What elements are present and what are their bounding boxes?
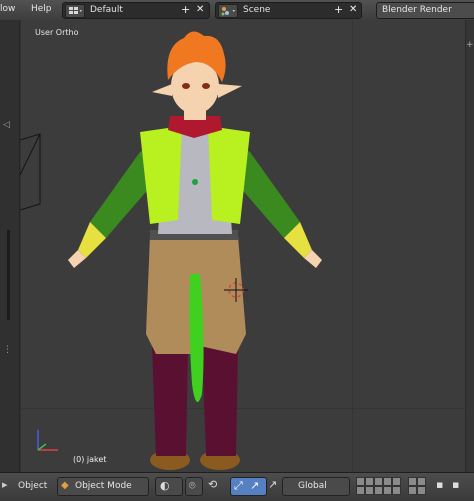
character-model[interactable] xyxy=(60,24,360,472)
screen-layout-selector[interactable]: Default + ✕ xyxy=(62,2,210,19)
right-eye xyxy=(202,83,210,89)
shelf-tab-icon[interactable]: ◁ xyxy=(3,120,10,130)
axis-gizmo-icon xyxy=(37,430,58,451)
tail xyxy=(189,274,204,402)
add-screen-icon[interactable]: + xyxy=(181,3,190,17)
close-screen-icon[interactable]: ✕ xyxy=(196,3,204,17)
menu-window[interactable]: low xyxy=(0,4,15,14)
3d-view-header: ▸ Object ◆ Object Mode ◐ ⌾ ⟲ ⤢ ↗ ↗ Globa… xyxy=(0,472,474,501)
snap-icon[interactable]: ▪ xyxy=(452,478,459,492)
scene-name[interactable]: Scene xyxy=(243,5,270,15)
add-scene-icon[interactable]: + xyxy=(334,3,343,17)
layer-2[interactable] xyxy=(365,477,374,486)
left-ear xyxy=(152,84,172,96)
menu-object[interactable]: Object xyxy=(18,481,47,491)
layer-14[interactable] xyxy=(383,486,392,495)
right-leg xyxy=(202,346,238,456)
layer-3[interactable] xyxy=(374,477,383,486)
viewport-shading-selector[interactable]: ◐ xyxy=(155,477,183,496)
layer-5[interactable] xyxy=(392,477,401,486)
tool-shelf[interactable]: ◁ ⋮ xyxy=(0,20,20,472)
layer-17[interactable] xyxy=(417,486,426,495)
editor-type-icon[interactable]: ▸ xyxy=(2,478,8,492)
orientation-label[interactable]: Global xyxy=(298,481,327,491)
left-leg xyxy=(152,346,188,456)
translate-icon[interactable]: ⤢ xyxy=(234,479,243,493)
right-ear xyxy=(218,84,242,98)
camera-wireframe[interactable] xyxy=(20,120,44,230)
lock-icon[interactable]: ▪ xyxy=(436,478,443,492)
close-scene-icon[interactable]: ✕ xyxy=(349,3,357,17)
layer-16[interactable] xyxy=(408,486,417,495)
vest-right xyxy=(208,126,250,224)
render-engine-label[interactable]: Blender Render xyxy=(382,5,452,15)
layer-12[interactable] xyxy=(365,486,374,495)
pivot-selector[interactable]: ⌾ xyxy=(185,477,203,496)
shading-sphere-icon: ◐ xyxy=(160,479,170,492)
properties-toggle-icon[interactable]: + xyxy=(466,40,474,50)
screen-layout-icon[interactable] xyxy=(65,4,85,18)
screen-layout-name[interactable]: Default xyxy=(90,5,123,15)
scene-selector[interactable]: Scene + ✕ xyxy=(215,2,362,19)
menu-help[interactable]: Help xyxy=(31,4,52,14)
grid-line xyxy=(20,20,21,472)
mode-selector[interactable]: ◆ Object Mode xyxy=(57,477,149,496)
pivot-icon: ⌾ xyxy=(189,479,196,492)
info-header: low Help Default + ✕ Scene + ✕ Blender R… xyxy=(0,0,474,21)
layer-11[interactable] xyxy=(356,486,365,495)
left-eye xyxy=(182,83,190,89)
layer-13[interactable] xyxy=(374,486,383,495)
cube-icon: ◆ xyxy=(61,480,69,491)
render-engine-selector[interactable]: Blender Render xyxy=(376,2,474,19)
layer-1[interactable] xyxy=(356,477,365,486)
viewport-right-edge[interactable]: + xyxy=(465,20,474,472)
active-object-label: (0) jaket xyxy=(73,455,107,464)
transform-orientation-selector[interactable]: Global xyxy=(282,477,350,496)
scale-icon[interactable]: ↗ xyxy=(268,478,277,492)
3d-viewport[interactable]: User Ortho (0) jaket xyxy=(20,20,470,472)
scene-icon[interactable] xyxy=(218,4,238,18)
manipulator-toggle-icon[interactable]: ⟲ xyxy=(208,478,217,492)
3d-cursor-icon[interactable] xyxy=(224,278,248,302)
layer-7[interactable] xyxy=(417,477,426,486)
object-origin[interactable] xyxy=(192,179,198,185)
manipulator-buttons[interactable]: ⤢ ↗ xyxy=(230,477,267,496)
mode-label[interactable]: Object Mode xyxy=(75,481,132,491)
layer-4[interactable] xyxy=(383,477,392,486)
vest-left xyxy=(140,126,182,224)
shelf-scroll-handle[interactable] xyxy=(7,230,10,320)
rotate-icon[interactable]: ↗ xyxy=(250,479,259,492)
layer-6[interactable] xyxy=(408,477,417,486)
shelf-collapse-icon[interactable]: ⋮ xyxy=(3,345,12,355)
layer-15[interactable] xyxy=(392,486,401,495)
